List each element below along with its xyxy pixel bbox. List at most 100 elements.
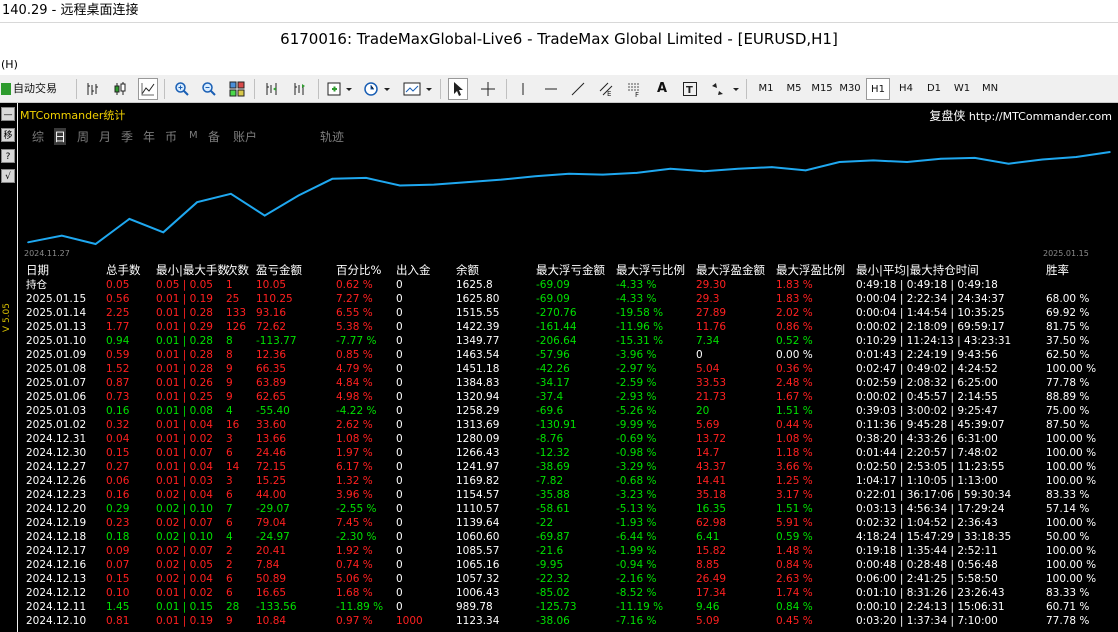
bar-chart-icon[interactable] xyxy=(83,78,103,100)
timeframe-mn[interactable]: MN xyxy=(978,78,1002,100)
text-tool-icon[interactable]: A xyxy=(652,78,672,100)
line-chart-icon[interactable] xyxy=(138,78,158,100)
column-header[interactable]: 出入金 xyxy=(396,263,431,278)
zoom-in-icon[interactable] xyxy=(172,78,192,100)
tab-note[interactable]: 备 xyxy=(208,128,220,145)
autotrade-button[interactable]: 自动交易 xyxy=(0,78,66,100)
fibonacci-icon[interactable]: F xyxy=(624,78,644,100)
table-row[interactable]: 2024.12.31 0.04 0.01 | 0.02 3 13.66 1.08 % 0 12… xyxy=(22,432,1116,446)
cell-count: 3 xyxy=(226,433,233,445)
tab-track[interactable]: 轨迹 xyxy=(320,128,344,145)
column-header[interactable]: 总手数 xyxy=(106,263,141,278)
table-row[interactable]: 2024.12.16 0.07 0.02 | 0.05 2 7.84 0.74 % 0 106… xyxy=(22,558,1116,572)
table-row[interactable]: 2025.01.07 0.87 0.01 | 0.26 9 63.89 4.84 % 0 13… xyxy=(22,376,1116,390)
tile-windows-icon[interactable] xyxy=(227,78,247,100)
table-row[interactable]: 2024.12.20 0.29 0.02 | 0.10 7 -29.07 -2.55 % 0… xyxy=(22,502,1116,516)
timeframe-m15[interactable]: M15 xyxy=(810,78,834,100)
table-row[interactable]: 2025.01.02 0.32 0.01 | 0.04 16 33.60 2.62 % 0 1… xyxy=(22,418,1116,432)
table-row[interactable]: 2024.12.19 0.23 0.02 | 0.07 6 79.04 7.45 % 0 11… xyxy=(22,516,1116,530)
column-header[interactable]: 最小|平均|最大持仓时间 xyxy=(856,263,979,278)
menu-help[interactable]: (H) xyxy=(1,58,18,71)
crosshair-icon[interactable] xyxy=(478,78,498,100)
chart-shift-icon[interactable] xyxy=(262,78,282,100)
tab-year[interactable]: 年 xyxy=(143,128,155,145)
tab-day[interactable]: 日 xyxy=(54,128,67,145)
column-header[interactable]: 余额 xyxy=(456,263,479,278)
help-button[interactable]: ? xyxy=(1,149,15,163)
cell-lots: 0.73 xyxy=(106,391,130,403)
tab-magic[interactable]: M xyxy=(189,130,198,141)
timeframe-m5[interactable]: M5 xyxy=(782,78,806,100)
table-row[interactable]: 2025.01.14 2.25 0.01 | 0.28 133 93.16 6.55 % 0… xyxy=(22,306,1116,320)
zoom-out-icon[interactable] xyxy=(199,78,219,100)
column-header[interactable]: 最大浮亏金额 xyxy=(536,263,605,278)
table-row[interactable]: 2024.12.17 0.09 0.02 | 0.07 2 20.41 1.92 % 0 10… xyxy=(22,544,1116,558)
tab-week[interactable]: 周 xyxy=(77,128,89,145)
candle-chart-icon[interactable] xyxy=(110,78,130,100)
timeframe-m30[interactable]: M30 xyxy=(838,78,862,100)
cell-mfp: 14.7 xyxy=(696,447,720,459)
templates-icon[interactable] xyxy=(402,78,434,100)
timeframe-h4[interactable]: H4 xyxy=(894,78,918,100)
column-header[interactable]: 百分比% xyxy=(336,263,381,278)
column-header[interactable]: 次数 xyxy=(226,263,249,278)
table-row[interactable]: 2024.12.26 0.06 0.01 | 0.03 3 15.25 1.32 % 0 11… xyxy=(22,474,1116,488)
cell-count: 6 xyxy=(226,587,233,599)
horizontal-line-icon[interactable] xyxy=(541,78,561,100)
minimize-button[interactable]: — xyxy=(1,107,15,121)
column-header[interactable]: 最大浮盈比例 xyxy=(776,263,845,278)
timeframe-w1[interactable]: W1 xyxy=(950,78,974,100)
column-header[interactable]: 日期 xyxy=(26,263,49,278)
table-row[interactable]: 2024.12.27 0.27 0.01 | 0.04 14 72.15 6.17 % 0 1… xyxy=(22,460,1116,474)
column-header[interactable]: 盈亏金额 xyxy=(256,263,302,278)
indicators-icon[interactable] xyxy=(326,78,354,100)
column-header[interactable]: 最大浮亏比例 xyxy=(616,263,685,278)
move-button[interactable]: 移 xyxy=(1,128,15,142)
table-row[interactable]: 2025.01.10 0.94 0.01 | 0.28 8 -113.77 -7.77 %… xyxy=(22,334,1116,348)
vertical-line-icon[interactable] xyxy=(513,78,533,100)
cell-mfp: 62.98 xyxy=(696,517,727,529)
column-header[interactable]: 胜率 xyxy=(1046,263,1069,278)
confirm-button[interactable]: √ xyxy=(1,169,15,183)
table-row[interactable]: 2025.01.13 1.77 0.01 | 0.29 126 72.62 5.38 % 0… xyxy=(22,320,1116,334)
table-row[interactable]: 2024.12.23 0.16 0.02 | 0.04 6 44.00 3.96 % 0 11… xyxy=(22,488,1116,502)
tab-quarter[interactable]: 季 xyxy=(121,128,133,145)
cell-pnl: 72.62 xyxy=(256,321,287,333)
table-row[interactable]: 2024.12.13 0.15 0.02 | 0.04 6 50.89 5.06 % 0 10… xyxy=(22,572,1116,586)
autoscroll-icon[interactable] xyxy=(290,78,310,100)
text-label-icon[interactable]: T xyxy=(680,78,700,100)
table-row[interactable]: 2024.12.18 0.18 0.02 | 0.10 4 -24.97 -2.30 % 0… xyxy=(22,530,1116,544)
column-header[interactable]: 最小|最大手数 xyxy=(156,263,229,278)
cell-win: 57.14 % xyxy=(1046,503,1090,515)
tab-summary[interactable]: 综 xyxy=(32,128,44,145)
table-row[interactable]: 2025.01.06 0.73 0.01 | 0.25 9 62.65 4.98 % 0 13… xyxy=(22,390,1116,404)
brand-link[interactable]: 复盘侠 http://MTCommander.com xyxy=(929,107,1112,124)
table-row[interactable]: 2024.12.30 0.15 0.01 | 0.07 6 24.46 1.97 % 0 12… xyxy=(22,446,1116,460)
timeframe-m1[interactable]: M1 xyxy=(754,78,778,100)
table-row[interactable]: 2025.01.08 1.52 0.01 | 0.28 9 66.35 4.79 % 0 14… xyxy=(22,362,1116,376)
table-row[interactable]: 持仓 0.05 0.05 | 0.05 1 10.05 0.62 % 0 1625.8 -69.… xyxy=(22,278,1116,292)
table-row[interactable]: 2024.12.12 0.10 0.01 | 0.02 6 16.65 1.68 % 0 10… xyxy=(22,586,1116,600)
table-row[interactable]: 2025.01.09 0.59 0.01 | 0.28 8 12.36 0.85 % 0 14… xyxy=(22,348,1116,362)
cursor-icon[interactable] xyxy=(448,78,468,100)
column-header[interactable]: 最大浮盈金额 xyxy=(696,263,765,278)
table-row[interactable]: 2025.01.03 0.16 0.01 | 0.08 4 -55.40 -4.22 % 0… xyxy=(22,404,1116,418)
arrows-icon[interactable] xyxy=(708,78,740,100)
equidistant-channel-icon[interactable]: E xyxy=(596,78,616,100)
cell-pct: 2.62 % xyxy=(336,419,373,431)
table-row[interactable]: 2024.12.10 0.81 0.01 | 0.19 9 10.84 0.97 % 100… xyxy=(22,614,1116,628)
table-row[interactable]: 2024.12.11 1.45 0.01 | 0.15 28 -133.56 -11.89… xyxy=(22,600,1116,614)
tab-currency[interactable]: 币 xyxy=(165,128,177,145)
tab-month[interactable]: 月 xyxy=(99,128,111,145)
timeframe-h1[interactable]: H1 xyxy=(866,78,890,100)
cell-date: 2025.01.06 xyxy=(26,391,87,403)
table-row[interactable]: 2025.01.15 0.56 0.01 | 0.19 25 110.25 7.27 % 0… xyxy=(22,292,1116,306)
cell-bal: 1320.94 xyxy=(456,391,500,403)
cell-hold: 0:02:50 | 2:53:05 | 11:23:55 xyxy=(856,461,1005,473)
cell-mflp: -8.52 % xyxy=(616,587,657,599)
timeframe-d1[interactable]: D1 xyxy=(922,78,946,100)
tab-account[interactable]: 账户 xyxy=(233,128,257,145)
trendline-icon[interactable] xyxy=(568,78,588,100)
periods-icon[interactable] xyxy=(362,78,392,100)
equity-point xyxy=(1041,158,1044,161)
